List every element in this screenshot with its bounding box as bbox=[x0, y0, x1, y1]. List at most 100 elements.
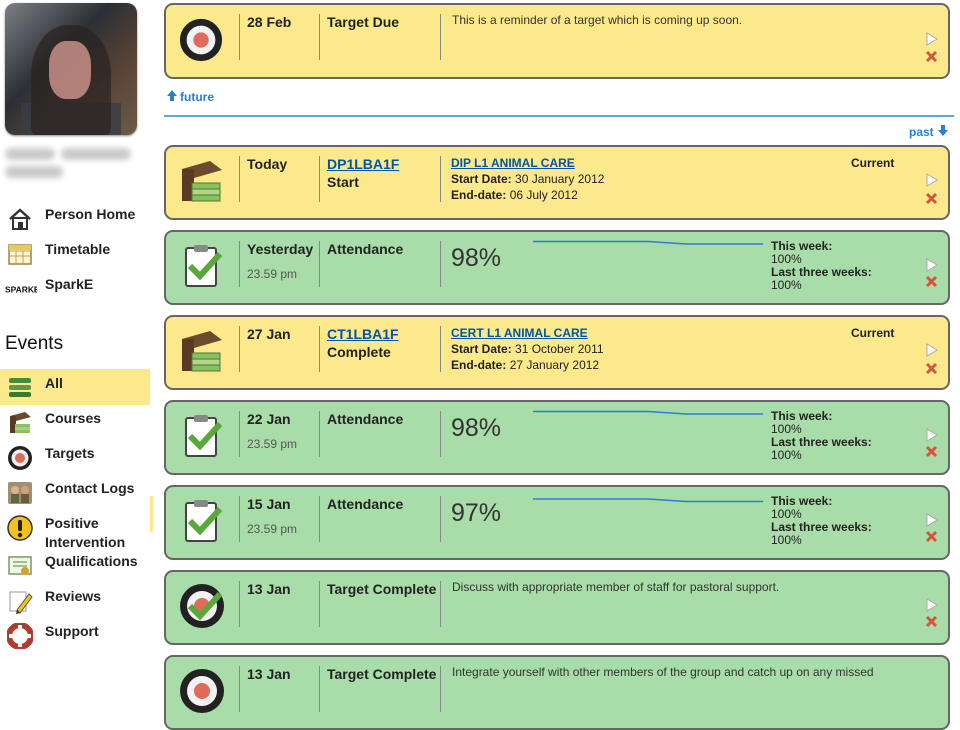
event-card-target-complete[interactable]: 13 Jan Target Complete Integrate yoursel… bbox=[164, 655, 950, 730]
attendance-sparkline bbox=[533, 240, 763, 245]
end-date-row: End-date: 06 July 2012 bbox=[451, 188, 578, 202]
future-link[interactable]: future bbox=[166, 89, 214, 104]
lifebuoy-icon bbox=[7, 623, 33, 649]
clipboard-check-icon bbox=[185, 415, 223, 457]
down-arrow-icon bbox=[937, 125, 948, 136]
attendance-stats: This week: 100% Last three weeks: 100% bbox=[771, 494, 872, 547]
books-icon bbox=[10, 412, 31, 433]
event-filter-positive-intervention[interactable]: Positive Intervention bbox=[0, 509, 154, 550]
event-card-attendance[interactable]: 22 Jan 23.59 pm Attendance 98% This week… bbox=[164, 400, 950, 475]
event-time: 23.59 pm bbox=[247, 522, 298, 536]
event-date: 15 Jan bbox=[247, 496, 291, 512]
pencil-icon bbox=[9, 591, 33, 614]
delete-icon[interactable] bbox=[925, 362, 938, 375]
nav-sparke[interactable]: SPARKE SparkE bbox=[0, 270, 154, 304]
event-type: Target Due bbox=[327, 14, 400, 30]
event-date: 28 Feb bbox=[247, 14, 292, 30]
event-filter-all[interactable]: All bbox=[0, 369, 150, 405]
event-type: Target Complete bbox=[327, 581, 437, 597]
event-date: 13 Jan bbox=[247, 666, 291, 682]
current-label: Current bbox=[851, 326, 895, 340]
clipboard-check-icon bbox=[185, 245, 223, 287]
delete-icon[interactable] bbox=[925, 192, 938, 205]
event-date: Yesterday bbox=[247, 241, 314, 257]
event-type: Target Complete bbox=[327, 666, 437, 682]
nav-label: Person Home bbox=[45, 206, 136, 222]
play-icon[interactable] bbox=[926, 343, 938, 357]
play-icon[interactable] bbox=[926, 513, 938, 527]
sparke-logo-icon: SPARKE bbox=[5, 285, 37, 295]
contact-logs-icon bbox=[8, 482, 32, 504]
event-date: 22 Jan bbox=[247, 411, 291, 427]
course-name-link[interactable]: CERT L1 ANIMAL CARE bbox=[451, 326, 588, 340]
delete-icon[interactable] bbox=[925, 445, 938, 458]
nav-label: Targets bbox=[45, 445, 95, 461]
attendance-stats: This week: 100% Last three weeks: 100% bbox=[771, 409, 872, 462]
event-card-target-due[interactable]: 28 Feb Target Due This is a reminder of … bbox=[164, 3, 950, 79]
nav-label: Qualifications bbox=[45, 553, 138, 569]
event-card-attendance[interactable]: 15 Jan 23.59 pm Attendance 97% This week… bbox=[164, 485, 950, 560]
svg-text:SPARKE: SPARKE bbox=[5, 285, 37, 295]
event-type: Attendance bbox=[327, 496, 404, 512]
delete-icon[interactable] bbox=[925, 530, 938, 543]
play-icon[interactable] bbox=[926, 598, 938, 612]
event-filter-reviews[interactable]: Reviews bbox=[0, 582, 154, 616]
course-name-link[interactable]: DIP L1 ANIMAL CARE bbox=[451, 156, 575, 170]
nav-timetable[interactable]: Timetable bbox=[0, 235, 154, 269]
past-link[interactable]: past bbox=[909, 124, 949, 139]
event-card-target-complete[interactable]: 13 Jan Target Complete Discuss with appr… bbox=[164, 570, 950, 645]
attendance-percent: 98% bbox=[451, 244, 502, 272]
selection-marker bbox=[150, 496, 153, 532]
delete-icon[interactable] bbox=[925, 615, 938, 628]
profile-photo bbox=[5, 3, 137, 135]
play-icon[interactable] bbox=[926, 173, 938, 187]
sidebar: Person Home Timetable SPARKE SparkE Even… bbox=[0, 0, 158, 678]
course-code-link[interactable]: CT1LBA1F bbox=[327, 326, 399, 342]
event-time: 23.59 pm bbox=[247, 437, 298, 451]
start-date-row: Start Date: 31 October 2011 bbox=[451, 342, 604, 356]
delete-icon[interactable] bbox=[925, 275, 938, 288]
all-events-icon bbox=[9, 378, 31, 397]
nav-label: All bbox=[45, 375, 63, 391]
events-heading: Events bbox=[5, 333, 64, 354]
event-type: Attendance bbox=[327, 241, 404, 257]
event-filter-qualifications[interactable]: Qualifications bbox=[0, 547, 154, 581]
event-time: 23.59 pm bbox=[247, 267, 298, 281]
books-icon bbox=[182, 161, 222, 202]
nav-label: SparkE bbox=[45, 276, 94, 292]
nav-label: Support bbox=[45, 623, 99, 639]
start-date-row: Start Date: 30 January 2012 bbox=[451, 172, 605, 186]
nav-person-home[interactable]: Person Home bbox=[0, 200, 154, 234]
certificate-icon bbox=[8, 556, 32, 575]
house-icon bbox=[9, 208, 31, 230]
event-filter-contact-logs[interactable]: Contact Logs bbox=[0, 474, 154, 508]
attendance-sparkline bbox=[533, 498, 763, 503]
course-code-link[interactable]: DP1LBA1F bbox=[327, 156, 399, 172]
event-filter-targets[interactable]: Targets bbox=[0, 439, 154, 473]
play-icon[interactable] bbox=[926, 258, 938, 272]
nav-label: Reviews bbox=[45, 588, 102, 604]
event-card-course[interactable]: 27 Jan CT1LBA1F Complete CERT L1 ANIMAL … bbox=[164, 315, 950, 390]
nav-label: Timetable bbox=[45, 241, 111, 257]
event-filter-courses[interactable]: Courses bbox=[0, 404, 154, 438]
play-icon[interactable] bbox=[926, 32, 938, 46]
event-card-attendance[interactable]: Yesterday 23.59 pm Attendance 98% This w… bbox=[164, 230, 950, 305]
event-filter-support[interactable]: Support bbox=[0, 617, 154, 651]
redacted-student-name bbox=[5, 146, 131, 180]
target-icon bbox=[179, 18, 223, 62]
course-status: Complete bbox=[327, 344, 391, 360]
event-type: Attendance bbox=[327, 411, 404, 427]
event-date: 13 Jan bbox=[247, 581, 291, 597]
event-date: 27 Jan bbox=[247, 326, 291, 342]
play-icon[interactable] bbox=[926, 428, 938, 442]
attendance-percent: 98% bbox=[451, 414, 502, 442]
event-card-course[interactable]: Today DP1LBA1F Start DIP L1 ANIMAL CARE … bbox=[164, 145, 950, 220]
up-arrow-icon bbox=[167, 90, 177, 101]
event-description: This is a reminder of a target which is … bbox=[452, 13, 743, 27]
event-date: Today bbox=[247, 156, 288, 172]
clipboard-check-icon bbox=[185, 500, 223, 542]
delete-icon[interactable] bbox=[925, 50, 938, 63]
attendance-sparkline bbox=[533, 410, 763, 415]
books-icon bbox=[182, 331, 222, 372]
nav-label: Contact Logs bbox=[45, 480, 135, 496]
